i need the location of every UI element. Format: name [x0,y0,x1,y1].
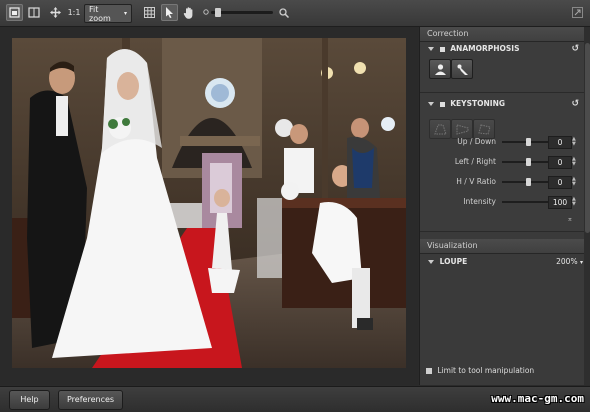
watermark-text: www.mac-gm.com [491,392,584,405]
keystoning-section: KEYSTONING ↺ Up / Down 0 ▲ ▼ Left / Right 0 ▲ ▼… [420,93,590,232]
correction-panel: Correction ANAMORPHOSIS ↺ KEYSTONING ↺ U… [419,27,590,385]
panel-scroll-thumb[interactable] [585,43,590,233]
keystone-value-field[interactable]: 0 [548,176,572,189]
keystone-stepper[interactable]: ▲ ▼ [572,137,576,147]
loupe-zoom-select[interactable]: 200% ▾ [556,255,583,270]
help-button[interactable]: Help [9,390,50,410]
anamorphosis-title-row[interactable]: ANAMORPHOSIS ↺ [420,42,590,56]
zoom-slider[interactable] [211,8,273,17]
stretch-figure-icon [457,64,468,75]
keystone-slider[interactable] [502,138,554,146]
anamorphosis-reset-icon[interactable]: ↺ [571,42,579,56]
single-view-button[interactable] [6,4,23,21]
loupe-title: LOUPE [439,257,468,266]
trapezoid-vertical-icon [433,124,447,134]
zoom-ratio-button[interactable]: 1:1 [67,4,81,21]
trapezoid-horizontal-icon [456,123,468,135]
keystone-slider-handle[interactable] [526,138,531,146]
anamorphosis-type-b-button[interactable] [451,59,473,79]
search-zoom-icon [279,4,289,21]
disclosure-triangle-icon [428,47,434,51]
split-view-icon [27,7,40,18]
keystone-row: Left / Right 0 ▲ ▼ [420,156,580,169]
loupe-zoom-value: 200% [556,257,578,266]
keystone-slider[interactable] [502,178,554,186]
visualization-header: Visualization [420,239,590,254]
limit-checkbox-label: Limit to tool manipulation [437,366,535,375]
grid-icon [144,7,155,18]
anamorphosis-type-a-button[interactable] [429,59,451,79]
keystone-stepper[interactable]: ▲ ▼ [572,177,576,187]
limit-tool-row[interactable]: Limit to tool manipulation [426,366,534,375]
cursor-arrow-icon [166,7,173,18]
keystone-slider-handle[interactable] [526,158,531,166]
keystone-slider-handle[interactable] [526,178,531,186]
keystone-slider[interactable] [502,198,554,206]
keystone-stepper[interactable]: ▲ ▼ [572,197,576,207]
correction-header: Correction [420,27,590,42]
anamorphosis-section: ANAMORPHOSIS ↺ [420,42,590,93]
single-view-icon [9,7,20,18]
anamorphosis-enable-checkbox[interactable] [439,46,445,52]
keystone-stepper[interactable]: ▲ ▼ [572,157,576,167]
keystoning-enable-checkbox[interactable] [439,101,445,107]
chevron-down-icon: ▾ [579,259,583,266]
church-wedding-image [12,38,406,368]
select-tool-button[interactable] [161,4,178,21]
move-arrows-icon [50,7,61,18]
keystoning-title-row[interactable]: KEYSTONING ↺ [420,97,590,111]
wedding-photo [12,38,406,368]
zoom-slider-handle[interactable] [215,8,221,17]
loupe-section: LOUPE 200% ▾ Limit to tool manipulation [420,255,590,385]
anamorphosis-title: ANAMORPHOSIS [450,44,520,53]
limit-checkbox[interactable] [426,368,432,374]
zoom-select-value: Fit zoom [89,4,111,23]
keystone-row: Up / Down 0 ▲ ▼ [420,136,580,149]
expand-icon [571,7,583,18]
preferences-button[interactable]: Preferences [58,390,124,410]
hand-tool-button[interactable] [180,4,197,21]
keystone-row-label: Left / Right [454,157,496,166]
hand-icon [183,6,193,19]
image-canvas[interactable] [0,27,418,385]
zoom-out-icon [202,4,210,21]
compare-view-button[interactable] [25,4,42,21]
zoom-select[interactable]: Fit zoom ▾ [84,4,132,23]
keystone-row-label: Up / Down [457,137,496,146]
disclosure-triangle-icon [428,260,434,264]
loupe-title-row[interactable]: LOUPE 200% ▾ [420,255,590,269]
keystone-row-label: H / V Ratio [456,177,496,186]
keystone-slider[interactable] [502,158,554,166]
disclosure-triangle-icon [428,102,434,106]
keystoning-title: KEYSTONING [450,99,506,108]
keystoning-reset-icon[interactable]: ↺ [571,97,579,111]
panel-scrollbar[interactable] [584,27,590,385]
keystone-value-field[interactable]: 0 [548,156,572,169]
trapezoid-both-icon [477,123,491,135]
grid-toggle-button[interactable] [141,4,158,21]
bottom-bar: Help Preferences www.mac-gm.com [0,386,590,412]
collapse-arrow-icon[interactable]: ⌅ [567,215,573,223]
chevron-down-icon: ▾ [123,10,127,17]
fullscreen-button[interactable] [571,4,583,21]
keystone-value-field[interactable]: 100 [548,196,572,209]
keystone-row-label: Intensity [463,197,496,206]
keystone-row: Intensity 100 ▲ ▼ [420,196,580,209]
portrait-shape-icon [434,63,446,75]
keystone-row: H / V Ratio 0 ▲ ▼ [420,176,580,189]
keystone-value-field[interactable]: 0 [548,136,572,149]
pan-button[interactable] [47,4,64,21]
top-toolbar: 1:1 Fit zoom ▾ [0,0,590,27]
